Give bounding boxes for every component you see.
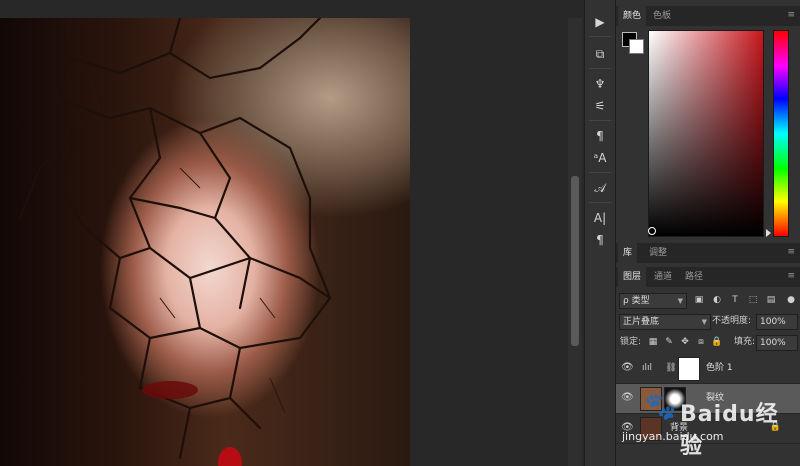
canvas-vertical-scrollbar[interactable] (568, 18, 582, 466)
search-icon: ρ (623, 296, 629, 306)
shape-filter-icon[interactable]: ⬚ (746, 293, 760, 307)
smart-object-filter-icon[interactable]: ▤ (764, 293, 778, 307)
tab-adjustments[interactable]: 调整 (644, 243, 672, 263)
tab-channels[interactable]: 通道 (649, 267, 677, 287)
lock-fill-row: 锁定: ▦ ✎ ✥ ⧈ 🔒 填充: 100% (616, 332, 800, 352)
lock-all-icon[interactable]: 🔒 (710, 335, 724, 349)
tab-paths[interactable]: 路径 (680, 267, 708, 287)
cracked-face-artwork[interactable] (0, 18, 410, 466)
tab-layers[interactable]: 图层 (618, 267, 647, 287)
dock-divider (589, 120, 611, 121)
dock-divider (589, 202, 611, 203)
character-style-icon[interactable]: ᵃA (590, 148, 610, 168)
chevron-down-icon: ▼ (701, 318, 707, 326)
background-color-swatch[interactable] (629, 39, 644, 54)
layer-filter-dropdown[interactable]: ρ 类型 ▼ (619, 293, 687, 309)
layer-name[interactable]: 背景 (670, 422, 688, 434)
color-picker-marker[interactable] (648, 227, 656, 235)
panel-icon-dock: ▶ ⧉ ♆ ⚟ ¶ ᵃA 𝒜 A| ¶ (584, 0, 615, 466)
scrollbar-thumb[interactable] (571, 176, 579, 346)
layer-row-crack[interactable]: 👁 裂纹 (616, 384, 800, 414)
opacity-label: 不透明度: (712, 316, 752, 326)
layers-panel-menu-icon[interactable]: ≡ (787, 271, 795, 281)
layer-mask-thumbnail[interactable] (678, 357, 700, 381)
image-filter-icon[interactable]: ▣ (692, 293, 706, 307)
tab-color[interactable]: 颜色 (618, 6, 647, 26)
layer-filter-row: ρ 类型 ▼ ▣ ◐ T ⬚ ▤ ● (616, 290, 800, 310)
mask-link-icon[interactable]: ⛓ (664, 361, 678, 375)
blend-mode-dropdown[interactable]: 正片叠底 ▼ (619, 314, 711, 330)
color-panel-menu-icon[interactable]: ≡ (787, 10, 795, 20)
lock-artboard-icon[interactable]: ⧈ (694, 335, 708, 349)
fill-label: 填充: (734, 337, 756, 347)
filter-toggle-icon[interactable]: ● (784, 293, 798, 307)
lock-image-icon[interactable]: ✎ (662, 335, 676, 349)
dock-divider (589, 36, 611, 37)
paragraph-icon[interactable]: ¶ (590, 230, 610, 250)
layers-panel-tabbar: 图层 通道 路径 ≡ (616, 267, 800, 287)
layer-mask-thumbnail[interactable] (664, 387, 686, 411)
glyphs-icon[interactable]: 𝒜 (590, 178, 610, 198)
tab-libraries[interactable]: 库 (618, 243, 638, 263)
opacity-field[interactable]: 100% (756, 314, 798, 330)
layer-row-background[interactable]: 👁 背景 🔒 (616, 414, 800, 444)
dock-divider (589, 68, 611, 69)
adjustment-filter-icon[interactable]: ◐ (710, 293, 724, 307)
type-filter-icon[interactable]: T (728, 293, 742, 307)
brush-settings-icon[interactable]: ♆ (590, 74, 610, 94)
visibility-eye-icon[interactable]: 👁 (621, 392, 634, 404)
crack-texture (18, 18, 332, 466)
fill-value: 100% (760, 338, 786, 348)
lock-icon: 🔒 (769, 422, 781, 432)
lock-transparent-icon[interactable]: ▦ (646, 335, 660, 349)
fill-field[interactable]: 100% (756, 335, 798, 351)
opacity-value: 100% (760, 317, 786, 327)
adjust-sliders-icon[interactable]: ⚟ (590, 96, 610, 116)
layer-name[interactable]: 裂纹 (706, 392, 724, 404)
layer-name[interactable]: 色阶 1 (706, 362, 733, 374)
play-icon[interactable]: ▶ (590, 12, 610, 32)
color-saturation-field[interactable] (648, 30, 764, 237)
filter-value: 类型 (631, 296, 650, 306)
levels-adjustment-icon: ılıl (641, 363, 652, 373)
right-panel-column: 颜色 色板 ≡ 库 调整 ≡ 图层 通道 路径 ≡ ρ 类型 ▼ ▣ ◐ T ⬚… (615, 0, 800, 466)
hue-slider-handle[interactable] (766, 229, 771, 237)
color-panel-tabbar: 颜色 色板 ≡ (616, 6, 800, 26)
lock-position-icon[interactable]: ✥ (678, 335, 692, 349)
chevron-down-icon: ▼ (677, 297, 683, 305)
library-panel-tabbar: 库 调整 ≡ (616, 243, 800, 263)
layer-row-levels[interactable]: 👁 ılıl ⛓ 色阶 1 (616, 354, 800, 384)
paragraph-style-icon[interactable]: ¶ (590, 126, 610, 146)
blend-mode-value: 正片叠底 (623, 317, 660, 327)
character-icon[interactable]: A| (590, 208, 610, 228)
brush-preset-icon[interactable]: ⧉ (590, 44, 610, 64)
blend-opacity-row: 正片叠底 ▼ 不透明度: 100% (616, 311, 800, 331)
lock-label: 锁定: (620, 337, 642, 347)
layer-thumbnail[interactable] (640, 387, 662, 411)
visibility-eye-icon[interactable]: 👁 (621, 362, 634, 374)
hue-slider[interactable] (773, 30, 789, 237)
library-panel-menu-icon[interactable]: ≡ (787, 247, 795, 257)
layer-thumbnail[interactable] (640, 417, 662, 441)
document-canvas-area[interactable] (0, 0, 568, 466)
tab-swatches[interactable]: 色板 (648, 6, 676, 26)
visibility-eye-icon[interactable]: 👁 (621, 422, 634, 434)
dock-divider (589, 172, 611, 173)
